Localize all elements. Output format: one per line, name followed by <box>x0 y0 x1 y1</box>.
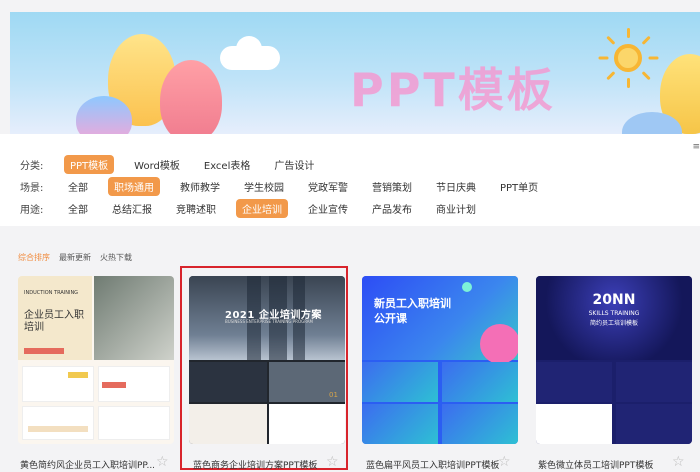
sort-option[interactable]: 最新更新 <box>59 252 91 263</box>
filter-option[interactable]: 学生校园 <box>240 177 288 196</box>
filter-option[interactable]: 总结汇报 <box>108 199 156 218</box>
filter-option[interactable]: 党政军警 <box>304 177 352 196</box>
filter-option[interactable]: 竞聘述职 <box>172 199 220 218</box>
filter-row-purpose: 用途: 全部 总结汇报 竞聘述职 企业培训 企业宣传 产品发布 商业计划 <box>20 198 496 218</box>
filter-option[interactable]: 商业计划 <box>432 199 480 218</box>
filter-option[interactable]: 企业培训 <box>236 198 288 218</box>
filter-option[interactable]: 广告设计 <box>270 155 318 174</box>
filter-panel: 分类: PPT模板 Word模板 Excel表格 广告设计 场景: 全部 职场通… <box>0 134 700 226</box>
filter-option[interactable]: Excel表格 <box>200 155 255 174</box>
thumb-text: 新员工入职培训 公开课 <box>374 297 451 325</box>
star-icon[interactable]: ☆ <box>156 454 169 470</box>
thumb-text: INDUCTION TRAINING <box>24 290 79 296</box>
thumb-text: 简约员工培训模板 <box>589 320 638 327</box>
template-card[interactable]: INDUCTION TRAINING 企业员工入职培训 <box>18 276 174 444</box>
star-icon[interactable]: ☆ <box>498 454 511 470</box>
sort-option[interactable]: 火热下载 <box>100 252 132 263</box>
filter-option[interactable]: PPT模板 <box>64 154 115 174</box>
filter-row-category: 分类: PPT模板 Word模板 Excel表格 广告设计 <box>20 154 334 174</box>
filter-option[interactable]: 营销策划 <box>368 177 416 196</box>
filter-label: 场景: <box>20 182 44 194</box>
filter-label: 用途: <box>20 204 44 216</box>
sort-option[interactable]: 综合排序 <box>18 252 50 263</box>
star-icon[interactable]: ☆ <box>326 454 339 470</box>
filter-option[interactable]: Word模板 <box>130 155 184 174</box>
thumb-text: 20NN <box>592 292 636 308</box>
filter-row-scene: 场景: 全部 职场通用 教师教学 学生校园 党政军警 营销策划 节日庆典 PPT… <box>20 176 558 196</box>
filter-option[interactable]: 全部 <box>64 199 92 218</box>
template-card[interactable]: 20NN SKILLS TRAINING 简约员工培训模板 <box>536 276 692 444</box>
thumb-text: 企业员工入职培训 <box>24 310 84 333</box>
filter-option[interactable]: 企业宣传 <box>304 199 352 218</box>
thumb-text: SKILLS TRAINING <box>588 310 640 317</box>
filter-option[interactable]: 全部 <box>64 177 92 196</box>
hero-banner: PPT模板 <box>10 12 700 134</box>
template-thumbnail: 20NN SKILLS TRAINING 简约员工培训模板 <box>536 276 692 444</box>
template-thumbnail: 新员工入职培训 公开课 <box>362 276 518 444</box>
sun-icon <box>598 28 658 88</box>
star-icon[interactable]: ☆ <box>672 454 685 470</box>
template-thumbnail: INDUCTION TRAINING 企业员工入职培训 <box>18 276 174 444</box>
filter-option[interactable]: 节日庆典 <box>432 177 480 196</box>
sort-bar: 综合排序 最新更新 火热下载 <box>18 252 141 263</box>
filter-option[interactable]: 职场通用 <box>108 176 160 196</box>
template-card[interactable]: 新员工入职培训 公开课 <box>362 276 518 444</box>
cloud-illustration <box>220 36 280 70</box>
filter-label: 分类: <box>20 160 44 172</box>
template-title[interactable]: 黄色简约风企业员工入职培训PP... <box>20 458 170 471</box>
tree-illustration <box>160 60 222 134</box>
filter-option[interactable]: 产品发布 <box>368 199 416 218</box>
template-title[interactable]: 蓝色扁平风员工入职培训PPT模板 <box>366 458 516 471</box>
filter-option[interactable]: 教师教学 <box>176 177 224 196</box>
collapse-icon[interactable]: ≡ <box>692 142 700 152</box>
template-title[interactable]: 紫色微立体员工培训PPT模板 <box>538 458 688 471</box>
selection-highlight <box>180 266 348 470</box>
banner-title: PPT模板 <box>350 63 556 117</box>
template-title[interactable]: 蓝色商务企业培训方案PPT模板 <box>193 458 343 471</box>
filter-option[interactable]: PPT单页 <box>496 177 542 196</box>
